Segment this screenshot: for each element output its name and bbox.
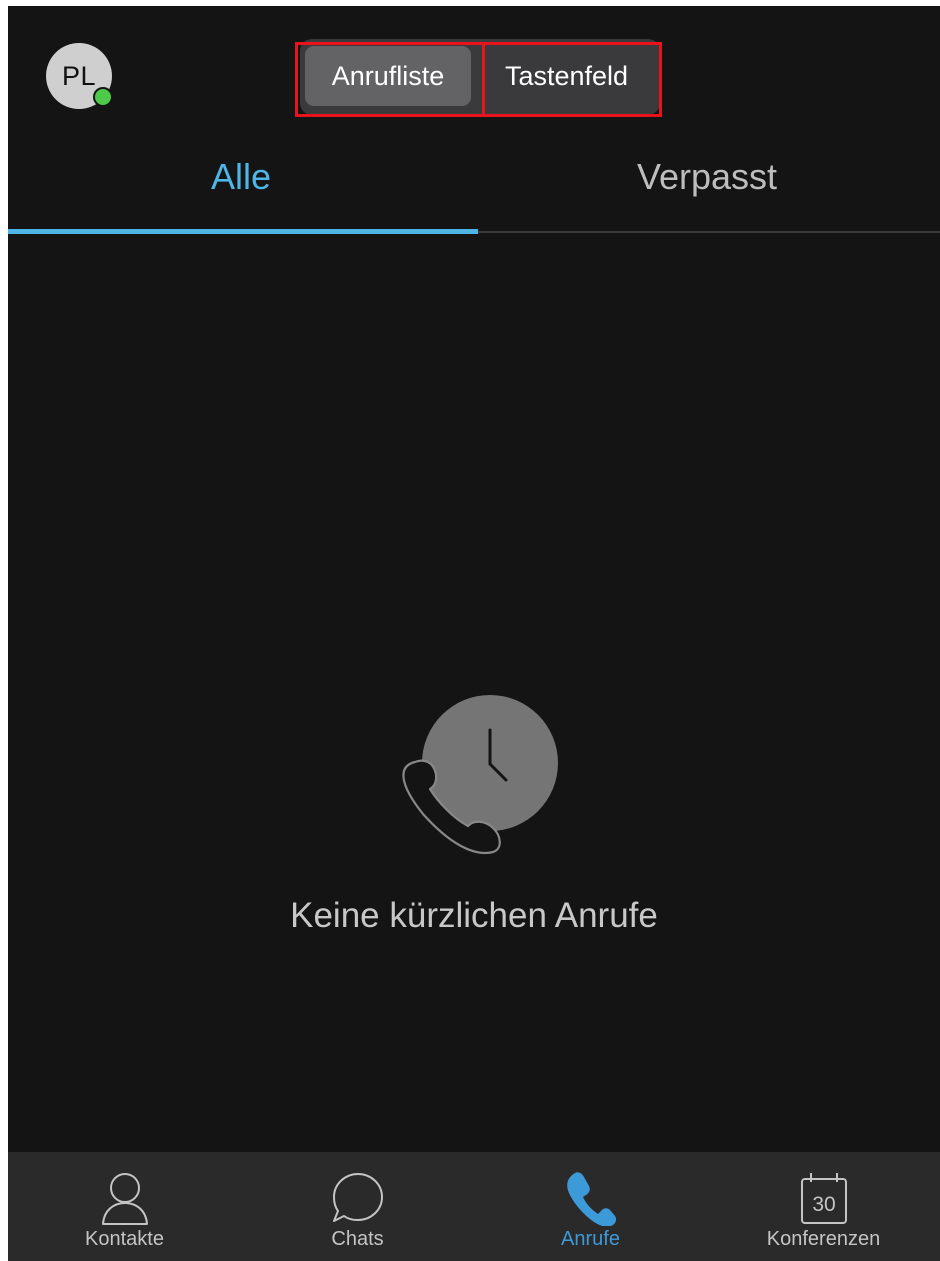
nav-label-chats: Chats (331, 1228, 384, 1250)
segment-anrufliste[interactable]: Anrufliste (305, 46, 471, 106)
segment-tastenfeld[interactable]: Tastenfeld (481, 46, 652, 106)
empty-state-message: Keine kürzlichen Anrufe (290, 896, 658, 935)
phone-icon (566, 1172, 616, 1226)
nav-item-anrufe[interactable]: Anrufe (474, 1152, 707, 1261)
nav-item-konferenzen[interactable]: 30 Konferenzen (707, 1152, 940, 1261)
recent-calls-clock-icon (402, 695, 558, 855)
bottom-navigation-bar: Kontakte Chats Anrufe 30 Konferenzen (8, 1152, 940, 1261)
app-screen: PL Anrufliste Tastenfeld Alle Verpasst K… (8, 6, 940, 1261)
tab-divider (474, 231, 940, 233)
nav-item-chats[interactable]: Chats (241, 1152, 474, 1261)
calendar-day-number: 30 (812, 1193, 835, 1216)
nav-item-kontakte[interactable]: Kontakte (8, 1152, 241, 1261)
view-segmented-control: Anrufliste Tastenfeld (300, 39, 660, 115)
person-icon (101, 1173, 148, 1225)
nav-label-kontakte: Kontakte (85, 1228, 164, 1250)
tab-verpasst[interactable]: Verpasst (474, 156, 940, 212)
presence-status-indicator (93, 87, 113, 107)
avatar-initials: PL (61, 60, 97, 91)
nav-label-konferenzen: Konferenzen (766, 1228, 881, 1250)
tab-alle[interactable]: Alle (8, 156, 474, 212)
chat-bubble-icon (332, 1173, 383, 1222)
calendar-icon: 30 (800, 1173, 847, 1224)
active-tab-indicator (8, 229, 478, 234)
nav-label-anrufe: Anrufe (561, 1228, 620, 1250)
